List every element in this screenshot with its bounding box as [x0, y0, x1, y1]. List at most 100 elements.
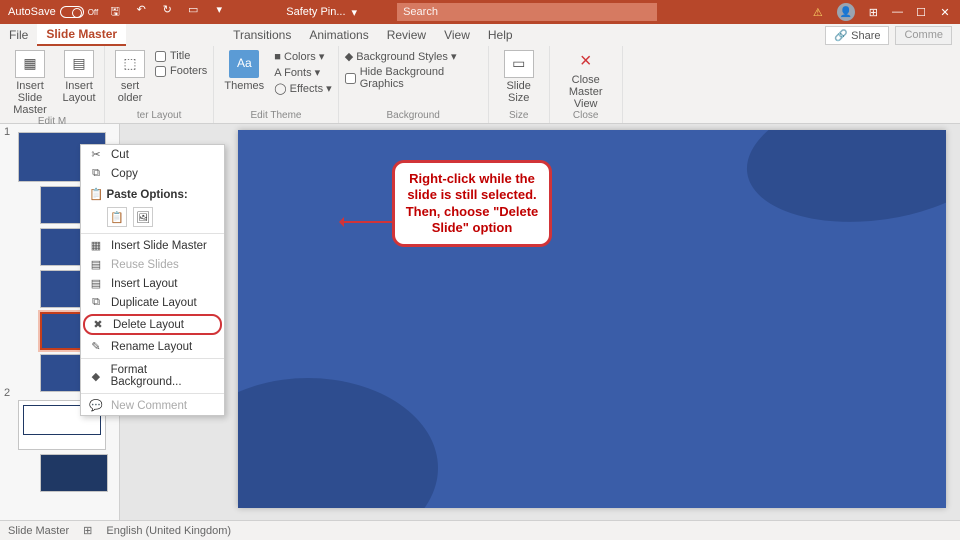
share-button[interactable]: 🔗 Share — [825, 26, 889, 45]
background-styles-dropdown[interactable]: ◆ Background Styles ▾ — [345, 50, 482, 63]
ctx-rename-layout[interactable]: ✎Rename Layout — [81, 337, 224, 356]
instruction-callout: Right-click while the slide is still sel… — [392, 160, 552, 247]
effects-dropdown[interactable]: ◯ Effects ▾ — [274, 82, 331, 95]
close-icon: × — [580, 50, 592, 72]
ctx-delete-layout[interactable]: ✖Delete Layout — [83, 314, 222, 335]
group-edit-theme-label: Edit Theme — [220, 110, 331, 123]
title-bar: AutoSave Off 🖫 ↶ ↻ ▭ ▾ Safety Pin... ▾ ⚠… — [0, 0, 960, 24]
placeholder-icon: ⬚ — [115, 50, 145, 78]
start-slideshow-icon[interactable]: ▭ — [186, 3, 200, 22]
themes-label: Themes — [224, 80, 264, 92]
fonts-dropdown[interactable]: A Fonts ▾ — [274, 66, 331, 79]
account-avatar[interactable]: 👤 — [837, 3, 855, 21]
footers-checkbox[interactable]: Footers — [155, 65, 207, 77]
redo-icon[interactable]: ↻ — [160, 3, 174, 22]
ribbon: ▦ Insert Slide Master ▤ Insert Layout Ed… — [0, 46, 960, 124]
themes-button[interactable]: Aa Themes — [220, 50, 268, 92]
slide-master-icon: ▦ — [89, 239, 103, 252]
ctx-dup-label: Duplicate Layout — [111, 297, 197, 309]
hide-bg-checkbox[interactable]: Hide Background Graphics — [345, 66, 482, 90]
ctx-insert-slide-master[interactable]: ▦ Insert Slide Master — [81, 236, 224, 255]
colors-dropdown[interactable]: ■ Colors ▾ — [274, 50, 331, 63]
tab-file[interactable]: File — [0, 24, 37, 46]
separator — [81, 358, 224, 359]
close-master-view-button[interactable]: × Close Master View — [556, 50, 616, 110]
slide-size-button[interactable]: ▭ Slide Size — [495, 50, 543, 104]
callout-arrow — [342, 221, 396, 223]
status-view-mode[interactable]: Slide Master — [8, 525, 69, 537]
paste-icon: 📋 — [89, 189, 103, 201]
status-bar: Slide Master ⊞ English (United Kingdom) — [0, 520, 960, 540]
slide-stage: Right-click while the slide is still sel… — [120, 124, 960, 520]
ctx-copy-label: Copy — [111, 168, 138, 180]
workspace: 1 2 Right-click while the slide is still… — [0, 124, 960, 520]
title-checkbox[interactable]: Title — [155, 50, 207, 62]
tab-review[interactable]: Review — [378, 24, 435, 46]
themes-icon: Aa — [229, 50, 259, 78]
tab-animations[interactable]: Animations — [300, 24, 377, 46]
document-title[interactable]: Safety Pin... ▾ — [286, 6, 357, 19]
autosave-state: Off — [88, 8, 99, 17]
undo-icon[interactable]: ↶ — [134, 3, 148, 22]
group-size-label: Size — [495, 110, 543, 123]
search-input[interactable] — [397, 3, 657, 21]
paste-use-destination-icon[interactable]: 📋 — [107, 207, 127, 227]
master-index-1: 1 — [4, 126, 10, 138]
autosave-toggle[interactable]: AutoSave Off — [0, 6, 98, 18]
tab-help[interactable]: Help — [479, 24, 522, 46]
paste-picture-icon[interactable]: 🖼 — [133, 207, 153, 227]
quick-access-toolbar: 🖫 ↶ ↻ ▭ ▾ — [108, 3, 226, 22]
ctx-del-label: Delete Layout — [113, 319, 184, 331]
warning-icon[interactable]: ⚠ — [813, 6, 823, 19]
ctx-fb-label: Format Background... — [111, 364, 218, 388]
ctx-duplicate-layout[interactable]: ⧉Duplicate Layout — [81, 293, 224, 312]
slide-size-label: Slide Size — [506, 80, 530, 104]
minimize-button[interactable]: — — [892, 6, 902, 18]
insert-slide-master-button[interactable]: ▦ Insert Slide Master — [6, 50, 54, 116]
ctx-cut[interactable]: ✂ Cut — [81, 145, 224, 164]
master-index-2: 2 — [4, 387, 10, 399]
ctx-format-background[interactable]: ◆Format Background... — [81, 361, 224, 391]
layout-thumb[interactable] — [40, 454, 108, 492]
tab-view[interactable]: View — [435, 24, 479, 46]
layout-icon: ▤ — [64, 50, 94, 78]
reuse-slides-icon: ▤ — [89, 258, 103, 271]
ctx-new-comment: 💬New Comment — [81, 396, 224, 415]
ctx-reuse-label: Reuse Slides — [111, 259, 179, 271]
decorative-shape — [738, 130, 946, 237]
tab-slide-master[interactable]: Slide Master — [37, 24, 126, 46]
separator — [81, 393, 224, 394]
slide-size-icon: ▭ — [504, 50, 534, 78]
ctx-nc-label: New Comment — [111, 400, 187, 412]
maximize-button[interactable]: ☐ — [916, 6, 926, 19]
ctx-copy[interactable]: ⧉ Copy — [81, 164, 224, 183]
callout-text: Right-click while the slide is still sel… — [406, 171, 539, 235]
ctx-ism-label: Insert Slide Master — [111, 240, 207, 252]
tab-transitions[interactable]: Transitions — [224, 24, 300, 46]
group-master-layout: ⬚ sert older Title Footers ter Layout — [105, 46, 214, 123]
comments-button[interactable]: Comme — [895, 26, 952, 45]
copy-icon: ⧉ — [89, 167, 103, 180]
close-window-button[interactable]: ✕ — [940, 6, 950, 19]
autosave-label: AutoSave — [8, 6, 56, 18]
insert-layout-button[interactable]: ▤ Insert Layout — [60, 50, 98, 104]
slide-canvas[interactable] — [238, 130, 946, 508]
group-master-layout-label: ter Layout — [111, 110, 207, 123]
ctx-insert-layout[interactable]: ▤Insert Layout — [81, 274, 224, 293]
group-close-label: Close — [556, 110, 616, 123]
accessibility-icon[interactable]: ⊞ — [83, 524, 92, 537]
group-close: × Close Master View Close — [550, 46, 623, 123]
ctx-cut-label: Cut — [111, 149, 129, 161]
context-menu: ✂Cut ⧉Copy 📋 Paste Options: 📋 🖼 ▦Insert … — [80, 144, 225, 416]
insert-layout-icon: ▤ — [89, 277, 103, 290]
qat-dropdown-icon[interactable]: ▾ — [212, 3, 226, 22]
insert-placeholder-button[interactable]: ⬚ sert older — [111, 50, 149, 104]
ctx-paste-options: 📋 🖼 — [81, 203, 224, 231]
hide-bg-label: Hide Background Graphics — [360, 66, 482, 90]
save-icon[interactable]: 🖫 — [108, 3, 122, 22]
separator — [81, 233, 224, 234]
cut-icon: ✂ — [89, 148, 103, 161]
ribbon-display-icon[interactable]: ⊞ — [869, 6, 878, 19]
status-language[interactable]: English (United Kingdom) — [106, 525, 231, 537]
group-edit-theme: Aa Themes ■ Colors ▾ A Fonts ▾ ◯ Effects… — [214, 46, 338, 123]
